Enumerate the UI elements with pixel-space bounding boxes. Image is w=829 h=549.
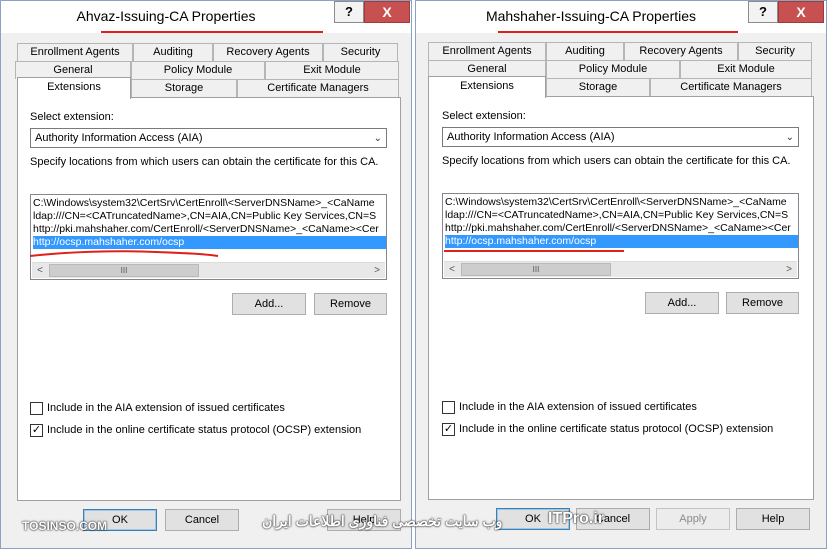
list-item[interactable]: C:\Windows\system32\CertSrv\CertEnroll\<… bbox=[445, 196, 787, 209]
include-aia-checkbox[interactable] bbox=[30, 402, 43, 415]
list-item[interactable]: ldap:///CN=<CATruncatedName>,CN=AIA,CN=P… bbox=[33, 210, 376, 223]
extension-select-value: Authority Information Access (AIA) bbox=[35, 132, 203, 144]
red-annotation-underline bbox=[498, 31, 738, 33]
red-annotation-underline bbox=[101, 31, 323, 33]
chevron-down-icon: ⌄ bbox=[373, 133, 382, 144]
tab-exit-module[interactable]: Exit Module bbox=[265, 61, 399, 79]
specify-locations-text: Specify locations from which users can o… bbox=[30, 156, 379, 168]
scroll-right-icon[interactable]: > bbox=[369, 263, 385, 278]
tab-enrollment-agents[interactable]: Enrollment Agents bbox=[428, 42, 546, 60]
select-extension-label: Select extension: bbox=[30, 111, 114, 123]
add-button[interactable]: Add... bbox=[645, 292, 719, 314]
watermark-persian-text: وب سایت تخصصی فناوری اطلاعات ایران bbox=[262, 513, 503, 529]
properties-dialog-ahvaz: Ahvaz-Issuing-CA Properties ? X Enrollme… bbox=[0, 0, 412, 549]
remove-button[interactable]: Remove bbox=[726, 292, 799, 314]
list-item[interactable]: ldap:///CN=<CATruncatedName>,CN=AIA,CN=P… bbox=[445, 209, 788, 222]
tab-certificate-managers[interactable]: Certificate Managers bbox=[237, 79, 399, 97]
title-help-button[interactable]: ? bbox=[334, 1, 364, 23]
help-button[interactable]: Help bbox=[736, 508, 810, 530]
include-aia-label: Include in the AIA extension of issued c… bbox=[459, 401, 697, 413]
dialog-title: Mahshaher-Issuing-CA Properties bbox=[485, 8, 697, 24]
horizontal-scrollbar[interactable]: < III > bbox=[32, 262, 385, 278]
scroll-left-icon[interactable]: < bbox=[32, 263, 48, 278]
red-annotation-underline bbox=[444, 250, 624, 252]
tab-extensions[interactable]: Extensions bbox=[428, 76, 546, 98]
title-bar: Ahvaz-Issuing-CA Properties ? X bbox=[1, 1, 411, 33]
include-aia-label: Include in the AIA extension of issued c… bbox=[47, 402, 285, 414]
tab-recovery-agents[interactable]: Recovery Agents bbox=[213, 43, 323, 61]
watermark-tosinso: TOSINSO.COM bbox=[22, 519, 108, 533]
scrollbar-thumb[interactable]: III bbox=[461, 263, 611, 276]
specify-locations-text: Specify locations from which users can o… bbox=[442, 155, 791, 167]
properties-dialog-mahshaher: Mahshaher-Issuing-CA Properties ? X Enro… bbox=[415, 0, 827, 549]
tab-auditing[interactable]: Auditing bbox=[133, 43, 213, 61]
select-extension-label: Select extension: bbox=[442, 110, 526, 122]
horizontal-scrollbar[interactable]: < III > bbox=[444, 261, 797, 277]
list-item[interactable]: http://pki.mahshaher.com/CertEnroll/<Ser… bbox=[33, 223, 379, 236]
include-ocsp-label: Include in the online certificate status… bbox=[459, 423, 774, 435]
list-item[interactable]: C:\Windows\system32\CertSrv\CertEnroll\<… bbox=[33, 197, 375, 210]
chevron-down-icon: ⌄ bbox=[785, 132, 794, 143]
include-aia-checkbox[interactable] bbox=[442, 401, 455, 414]
tab-policy-module[interactable]: Policy Module bbox=[131, 61, 265, 79]
cancel-button[interactable]: Cancel bbox=[165, 509, 239, 531]
include-ocsp-label: Include in the online certificate status… bbox=[47, 424, 362, 436]
red-annotation-underline bbox=[29, 250, 219, 257]
tab-certificate-managers[interactable]: Certificate Managers bbox=[650, 78, 812, 96]
dialog-title: Ahvaz-Issuing-CA Properties bbox=[76, 8, 256, 24]
tab-storage[interactable]: Storage bbox=[131, 79, 237, 97]
tab-extensions[interactable]: Extensions bbox=[17, 77, 131, 99]
scroll-right-icon[interactable]: > bbox=[781, 262, 797, 277]
tab-storage[interactable]: Storage bbox=[546, 78, 650, 96]
scrollbar-thumb[interactable]: III bbox=[49, 264, 199, 277]
include-ocsp-checkbox[interactable]: ✓ bbox=[442, 423, 455, 436]
extension-select[interactable]: Authority Information Access (AIA) ⌄ bbox=[442, 127, 799, 147]
extension-select-value: Authority Information Access (AIA) bbox=[447, 131, 615, 143]
tab-enrollment-agents[interactable]: Enrollment Agents bbox=[17, 43, 133, 61]
locations-list[interactable]: C:\Windows\system32\CertSrv\CertEnroll\<… bbox=[442, 193, 799, 279]
tab-exit-module[interactable]: Exit Module bbox=[680, 60, 812, 78]
checkmark-icon: ✓ bbox=[31, 424, 42, 436]
apply-button[interactable]: Apply bbox=[656, 508, 730, 530]
tab-policy-module[interactable]: Policy Module bbox=[546, 60, 680, 78]
close-button[interactable]: X bbox=[778, 1, 824, 23]
remove-button[interactable]: Remove bbox=[314, 293, 387, 315]
tab-security[interactable]: Security bbox=[323, 43, 398, 61]
scroll-left-icon[interactable]: < bbox=[444, 262, 460, 277]
extensions-panel: Select extension: Authority Information … bbox=[17, 97, 401, 501]
list-item[interactable]: http://pki.mahshaher.com/CertEnroll/<Ser… bbox=[445, 222, 791, 235]
tab-auditing[interactable]: Auditing bbox=[546, 42, 624, 60]
locations-list[interactable]: C:\Windows\system32\CertSrv\CertEnroll\<… bbox=[30, 194, 387, 280]
title-bar: Mahshaher-Issuing-CA Properties ? X bbox=[416, 1, 826, 33]
title-help-button[interactable]: ? bbox=[748, 1, 778, 23]
extensions-panel: Select extension: Authority Information … bbox=[428, 96, 814, 500]
tab-recovery-agents[interactable]: Recovery Agents bbox=[624, 42, 738, 60]
extension-select[interactable]: Authority Information Access (AIA) ⌄ bbox=[30, 128, 387, 148]
checkmark-icon: ✓ bbox=[443, 423, 454, 435]
add-button[interactable]: Add... bbox=[232, 293, 306, 315]
tab-security[interactable]: Security bbox=[738, 42, 812, 60]
include-ocsp-checkbox[interactable]: ✓ bbox=[30, 424, 43, 437]
watermark-itpro: ITPro.ir bbox=[548, 510, 605, 527]
